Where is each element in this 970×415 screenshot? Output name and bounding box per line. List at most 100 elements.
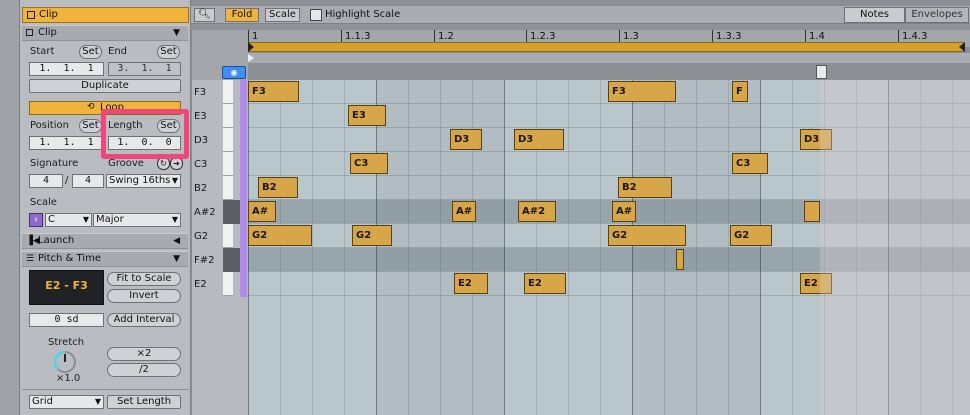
grid-line xyxy=(440,80,441,415)
dropdown-arrow-icon: ▼ xyxy=(171,176,178,185)
loop-end-icon[interactable] xyxy=(959,42,965,52)
grid-select[interactable]: Grid ▼ xyxy=(29,395,104,409)
out-of-loop-region xyxy=(820,80,970,415)
collapse-triangle-icon[interactable]: ▼ xyxy=(173,26,180,40)
half-length-button[interactable]: /2 xyxy=(107,363,181,377)
key-label: C3 xyxy=(194,159,208,170)
double-length-button[interactable]: ×2 xyxy=(107,347,181,361)
stretch-label: Stretch xyxy=(48,337,85,348)
midi-note[interactable] xyxy=(676,249,684,270)
midi-note[interactable]: E2 xyxy=(524,273,566,294)
midi-note[interactable]: C3 xyxy=(350,153,388,174)
midi-note[interactable]: E3 xyxy=(348,105,386,126)
midi-note[interactable]: B2 xyxy=(258,177,298,198)
end-set-button[interactable]: Set xyxy=(157,45,180,59)
scale-mode-toggle-icon[interactable]: ♯ xyxy=(29,213,43,227)
midi-note[interactable]: F3 xyxy=(248,81,299,102)
midi-note[interactable]: G2 xyxy=(608,225,686,246)
grid-line xyxy=(792,80,793,415)
grid-line xyxy=(696,80,697,415)
midi-note[interactable]: G2 xyxy=(248,225,312,246)
black-piano-key[interactable] xyxy=(223,200,240,224)
launch-label: Launch xyxy=(38,235,75,246)
clip-title-bar[interactable]: Clip xyxy=(22,7,189,23)
signature-denominator-field[interactable]: 4 xyxy=(72,174,104,188)
left-strip xyxy=(0,0,20,415)
groove-label: Groove xyxy=(108,158,144,169)
start-set-button[interactable]: Set xyxy=(79,45,102,59)
envelopes-tab[interactable]: Envelopes xyxy=(905,7,969,23)
transpose-field[interactable]: 0 sd xyxy=(29,313,104,327)
midi-note[interactable]: D3 xyxy=(450,129,482,150)
midi-note[interactable]: F xyxy=(732,81,748,102)
midi-note[interactable]: E2 xyxy=(454,273,488,294)
expand-triangle-icon[interactable]: ◀ xyxy=(173,234,180,248)
midi-note[interactable] xyxy=(804,201,820,222)
grid-line xyxy=(248,80,249,415)
clip-activator-checkbox[interactable] xyxy=(27,11,35,19)
midi-note[interactable]: B2 xyxy=(618,177,672,198)
midi-note[interactable]: D3 xyxy=(514,129,564,150)
scale-button[interactable]: Scale xyxy=(265,8,300,22)
ruler-label: 1.3.3 xyxy=(716,31,742,42)
white-piano-key[interactable] xyxy=(223,128,233,152)
midi-note[interactable]: G2 xyxy=(352,225,392,246)
zoom-button[interactable]: 🔍︎ xyxy=(194,8,215,22)
grid-line xyxy=(760,80,761,415)
midi-note[interactable]: A# xyxy=(612,201,636,222)
end-label: End xyxy=(108,46,128,57)
collapse-triangle-icon[interactable]: ▼ xyxy=(173,252,180,266)
editor-toolbar: 🔍︎ Fold Scale Highlight Scale Notes Enve… xyxy=(191,6,970,24)
white-piano-key[interactable] xyxy=(223,80,233,104)
white-piano-key[interactable] xyxy=(223,224,233,248)
signature-numerator-field[interactable]: 4 xyxy=(29,174,63,188)
end-field[interactable]: 3. 1. 1 xyxy=(108,62,181,76)
grid-line xyxy=(664,80,665,415)
set-length-button[interactable]: Set Length xyxy=(107,395,181,409)
clip-section-header[interactable]: Clip ▼ xyxy=(22,25,188,41)
add-interval-button[interactable]: Add Interval xyxy=(107,313,181,327)
midi-note[interactable]: A# xyxy=(248,201,276,222)
start-marker-icon[interactable] xyxy=(248,54,254,62)
start-field[interactable]: 1. 1. 1 xyxy=(29,62,104,76)
groove-select[interactable]: Swing 16ths ▼ xyxy=(106,174,181,188)
clip-section-label: Clip xyxy=(38,27,57,38)
start-label: Start xyxy=(30,46,55,57)
headphones-preview-icon[interactable]: ◉ xyxy=(222,66,246,79)
stretch-knob[interactable] xyxy=(52,349,78,375)
invert-button[interactable]: Invert xyxy=(107,289,181,303)
midi-note[interactable]: C3 xyxy=(732,153,768,174)
scrub-strip[interactable] xyxy=(248,63,970,80)
clip-panel: Clip Clip ▼ Start Set End Set 1. 1. 1 3.… xyxy=(20,0,191,415)
midi-note[interactable]: A#2 xyxy=(518,201,556,222)
fit-to-scale-button[interactable]: Fit to Scale xyxy=(107,272,181,286)
white-piano-key[interactable] xyxy=(223,152,233,176)
midi-note[interactable]: G2 xyxy=(730,225,772,246)
launch-section-header[interactable]: ▐◀ Launch ◀ xyxy=(22,233,188,249)
highlight-scale-checkbox[interactable] xyxy=(310,9,322,21)
grid-line xyxy=(632,80,633,415)
velocity-strip xyxy=(240,80,247,297)
key-label: F#2 xyxy=(194,255,215,266)
loop-brace[interactable] xyxy=(248,42,965,52)
midi-note[interactable]: F3 xyxy=(608,81,676,102)
grid-line xyxy=(312,80,313,415)
duplicate-button[interactable]: Duplicate xyxy=(29,79,181,93)
ruler-label: 1.2.3 xyxy=(530,31,556,42)
end-marker-icon[interactable] xyxy=(816,65,827,79)
midi-note[interactable]: A# xyxy=(452,201,476,222)
pitch-time-section-header[interactable]: ☰ Pitch & Time ▼ xyxy=(22,251,188,267)
loop-start-icon[interactable] xyxy=(248,42,254,52)
scale-mode-select[interactable]: Major ▼ xyxy=(93,213,181,227)
groove-value: Swing 16ths xyxy=(109,175,171,186)
scale-root-select[interactable]: C ▼ xyxy=(45,213,92,227)
pitch-range-display: E2 - F3 xyxy=(29,270,104,305)
position-field[interactable]: 1. 1. 1 xyxy=(29,136,104,150)
white-piano-key[interactable] xyxy=(223,176,233,200)
position-set-button[interactable]: Set xyxy=(79,119,102,133)
notes-tab[interactable]: Notes xyxy=(844,7,905,23)
white-piano-key[interactable] xyxy=(223,104,233,128)
black-piano-key[interactable] xyxy=(223,248,240,272)
white-piano-key[interactable] xyxy=(223,272,233,296)
fold-button[interactable]: Fold xyxy=(225,8,259,22)
